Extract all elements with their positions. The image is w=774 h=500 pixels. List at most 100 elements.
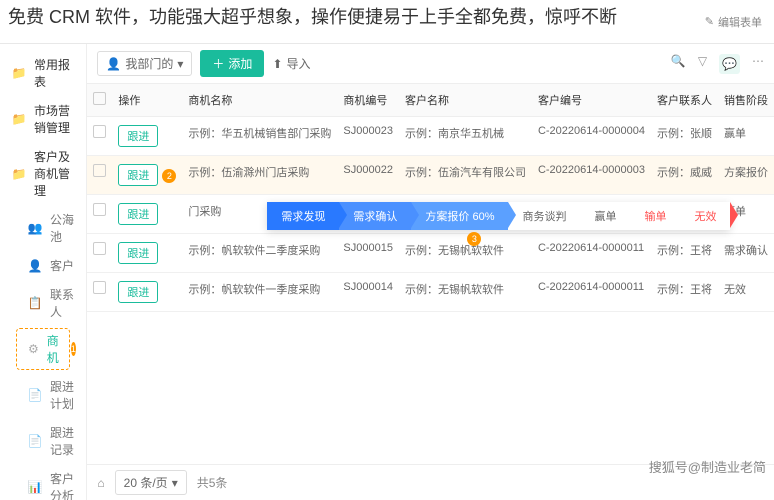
group-label: 常用报表 [34,56,74,90]
chevron-down-icon: ▾ [172,476,178,490]
row-checkbox[interactable] [93,164,106,177]
column-header: 客户名称 [399,84,532,117]
column-header [87,84,112,117]
group-label: 客户及商机管理 [34,148,74,199]
follow-button[interactable]: 跟进 [118,125,158,147]
sidebar-item[interactable]: 📄跟进计划 [0,372,86,418]
sidebar-group[interactable]: 📁 客户及商机管理 [0,142,86,205]
cell-stage: 无效 [718,273,774,312]
item-label: 客户分析 [50,470,74,500]
table-row[interactable]: 跟进2 示例：伍渝滁州门店采购 SJ000022 示例：伍渝汽车有限公司 C-2… [87,156,774,195]
plus-icon: ＋ [212,55,224,72]
folder-icon: 📁 [12,167,26,181]
sidebar-item[interactable]: 📋 联系人 [0,280,86,326]
item-label: 跟进记录 [50,424,74,458]
home-icon[interactable]: ⌂ [97,476,104,490]
cell-cno: C-20220614-0000011 [532,234,651,273]
sidebar: 📁常用报表📁市场营销管理📁客户及商机管理👥公海池👤客户📋联系人⚙商机1📄跟进计划… [0,44,87,500]
item-label: 客户 [50,257,74,274]
cell-customer: 示例：无锡帆软软件 [399,234,532,273]
row-checkbox[interactable] [93,203,106,216]
item-icon: 📋 [28,296,42,310]
item-icon: 👤 [28,259,42,273]
row-checkbox[interactable] [93,125,106,138]
cell-stage: 赢单 [718,117,774,156]
search-icon[interactable]: 🔍 [671,54,686,74]
import-label: 导入 [287,55,311,72]
folder-icon: 📁 [12,112,26,126]
person-icon: 👤 [106,57,121,71]
callout-badge: 1 [71,342,76,356]
cell-name: 示例：帆软软件一季度采购 [182,273,337,312]
cell-customer: 示例：无锡帆软软件 [399,273,532,312]
table-row[interactable]: 跟进 示例：帆软软件一季度采购 SJ000014 示例：无锡帆软软件 C-202… [87,273,774,312]
sidebar-item[interactable]: 📄 跟进记录 [0,418,86,464]
import-button[interactable]: ⬆ 导入 [272,55,310,72]
cell-code: SJ000022 [337,156,399,195]
more-icon[interactable]: ⋯ [752,54,764,74]
pipeline-stage[interactable]: 需求确认 [339,202,411,230]
follow-button[interactable]: 跟进 [118,281,158,303]
cell-code: SJ000015 [337,234,399,273]
upload-icon: ⬆ [272,57,282,71]
chevron-down-icon: ▾ [177,57,183,71]
cell-code: SJ000023 [337,117,399,156]
cell-contact: 示例：威威 [651,156,718,195]
dept-select[interactable]: 👤 我部门的 ▾ [97,51,192,76]
chat-icon[interactable]: 💬 [719,54,740,74]
overlay-title: 免费 CRM 软件，功能强大超乎想象，操作便捷易于上手全都免费，惊呼不断 [0,0,774,35]
sidebar-item[interactable]: 👥 公海池 [0,205,86,251]
cell-name: 示例：伍渝滁州门店采购 [182,156,337,195]
cell-cno: C-20220614-0000004 [532,117,651,156]
follow-button[interactable]: 跟进 [118,242,158,264]
cell-contact: 示例：张顺 [651,117,718,156]
cell-name: 示例：帆软软件二季度采购 [182,234,337,273]
pipeline-stage[interactable]: 商务谈判 [508,202,580,230]
sidebar-item[interactable]: 👤 客户 [0,251,86,280]
cell-stage: 方案报价 [718,156,774,195]
follow-button[interactable]: 跟进 [118,203,158,225]
item-icon: 👥 [28,221,42,235]
table-row[interactable]: 跟进 示例：华五机械销售部门采购 SJ000023 示例：南京华五机械 C-20… [87,117,774,156]
add-label: 添加 [228,55,252,72]
item-label: 公海池 [50,211,74,245]
table-row[interactable]: 跟进 示例：帆软软件二季度采购 SJ000015 示例：无锡帆软软件 C-202… [87,234,774,273]
item-icon: 📄 [28,434,42,448]
callout-badge: 2 [162,169,176,183]
column-header: 商机名称 [182,84,337,117]
cell-name: 示例：华五机械销售部门采购 [182,117,337,156]
cell-cno: C-20220614-0000011 [532,273,651,312]
row-checkbox[interactable] [93,242,106,255]
item-icon: 📊 [28,480,42,494]
dept-label: 我部门的 [125,55,173,72]
filter-icon[interactable]: ▽ [698,54,707,74]
cell-contact: 示例：王将 [651,234,718,273]
sidebar-item[interactable]: ⚙商机1 [0,326,86,372]
column-header: 客户联系人 [651,84,718,117]
page-size-select[interactable]: 20 条/页 ▾ [115,470,187,495]
pipeline-stage[interactable]: 方案报价 60% [411,202,508,230]
pipeline-stage[interactable]: 需求发现 [267,202,339,230]
toolbar-actions: 🔍 ▽ 💬 ⋯ [671,54,764,74]
item-icon: 📄 [28,388,42,402]
item-label: 联系人 [50,286,74,320]
row-checkbox[interactable] [93,281,106,294]
page-size-label: 20 条/页 [124,474,168,491]
column-header: 商机编号 [337,84,399,117]
sidebar-group[interactable]: 📁 常用报表 [0,50,86,96]
column-header: 客户编号 [532,84,651,117]
sidebar-item[interactable]: 📊 客户分析 [0,464,86,500]
follow-button[interactable]: 跟进 [118,164,158,186]
checkbox-all[interactable] [93,92,106,105]
sidebar-group[interactable]: 📁市场营销管理 [0,96,86,142]
table-container: 操作商机名称商机编号客户名称客户编号客户联系人销售阶段 跟进 示例：华五机械销售… [87,84,774,464]
watermark: 搜狐号@制造业老简 [649,457,766,476]
folder-icon: 📁 [12,66,26,80]
cell-customer: 示例：南京华五机械 [399,117,532,156]
column-header: 操作 [112,84,182,117]
cell-contact: 示例：王将 [651,273,718,312]
add-button[interactable]: ＋ 添加 [200,50,264,77]
pipeline-stages: 需求发现需求确认方案报价 60%商务谈判赢单输单无效 [267,202,730,230]
column-header: 销售阶段 [718,84,774,117]
cell-stage: 需求确认 [718,234,774,273]
